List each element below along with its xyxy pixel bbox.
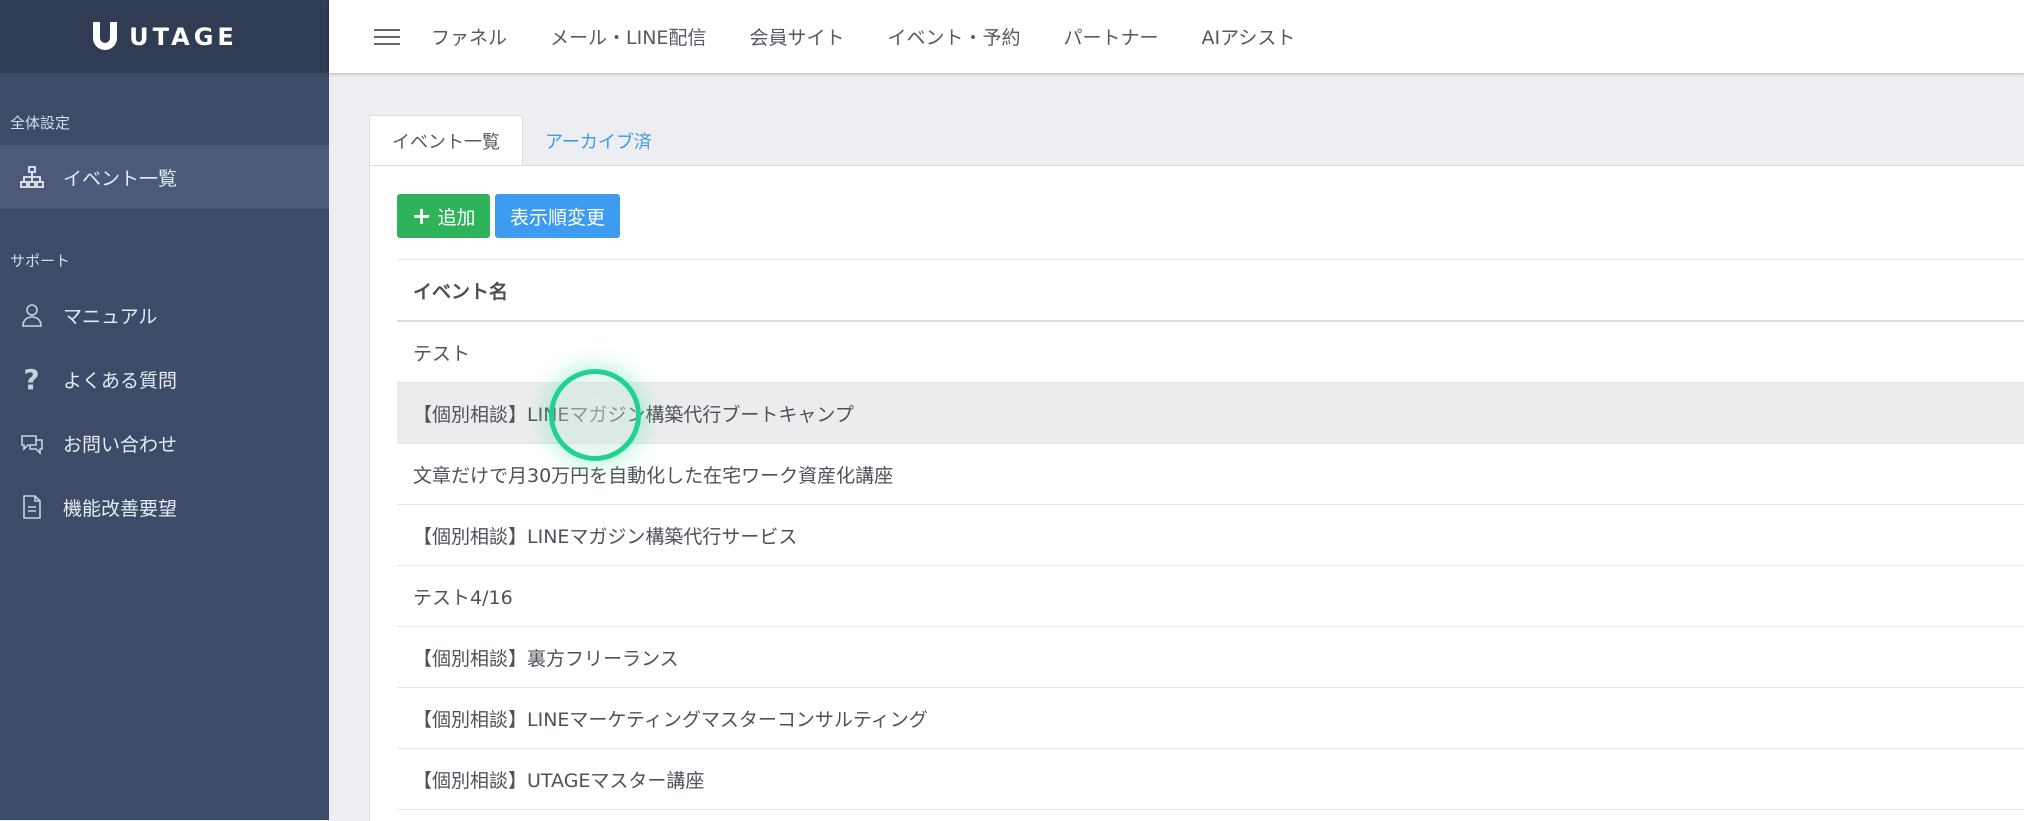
sidebar-item-label: イベント一覧: [63, 167, 178, 190]
question-icon: ?: [23, 362, 40, 396]
sidebar-item-label: 機能改善要望: [63, 497, 178, 520]
sidebar-item-label: よくある質問: [63, 369, 178, 392]
nav-event-booking[interactable]: イベント・予約: [887, 23, 1020, 50]
tab-archived[interactable]: アーカイブ済: [523, 115, 674, 166]
nav-mail-line[interactable]: メール・LINE配信: [550, 23, 706, 50]
sitemap-icon: [0, 164, 63, 190]
sidebar-item-faq[interactable]: ? よくある質問: [0, 347, 329, 411]
brand-name: UTAGE: [129, 22, 238, 51]
add-button-label: 追加: [437, 206, 476, 229]
sidebar-item-contact[interactable]: お問い合わせ: [0, 411, 329, 475]
sidebar-item-event-list[interactable]: イベント一覧: [0, 145, 329, 209]
table-row[interactable]: 文章だけで月30万円を自動化した在宅ワーク資産化講座: [397, 444, 2024, 505]
sidebar: UTAGE 全体設定 イベント一覧 サポート マニュアル ? よくある質問 お問…: [0, 0, 329, 820]
nav-ai-assist[interactable]: AIアシスト: [1201, 23, 1295, 50]
tab-event-list[interactable]: イベント一覧: [369, 115, 523, 166]
sidebar-item-feature-request[interactable]: 機能改善要望: [0, 475, 329, 539]
content-panel: + 追加 表示順変更 イベント名 テスト 【個別相談】LINEマガジン構築代行ブ…: [369, 165, 2024, 821]
reorder-button-label: 表示順変更: [509, 206, 605, 229]
user-icon: [0, 302, 63, 328]
plus-icon: +: [411, 202, 432, 230]
top-navigation: ファネル メール・LINE配信 会員サイト イベント・予約 パートナー AIアシ…: [329, 0, 2024, 73]
menu-icon[interactable]: [374, 24, 400, 50]
sidebar-section-general: 全体設定: [10, 113, 71, 132]
tab-bar: イベント一覧 アーカイブ済: [369, 115, 674, 166]
table-row[interactable]: テスト4/16: [397, 566, 2024, 627]
sidebar-item-label: マニュアル: [63, 305, 158, 328]
table-row[interactable]: 【個別相談】裏方フリーランス: [397, 627, 2024, 688]
nav-member-site[interactable]: 会員サイト: [749, 23, 844, 50]
sidebar-item-manual[interactable]: マニュアル: [0, 283, 329, 347]
sidebar-item-label: お問い合わせ: [63, 433, 178, 456]
table-row[interactable]: 【個別相談】LINEマーケティングマスターコンサルティング: [397, 688, 2024, 749]
table-row[interactable]: 【個別相談】LINEマガジン構築代行ブートキャンプ: [397, 383, 2024, 444]
sidebar-section-support: サポート: [10, 251, 71, 270]
table-row[interactable]: 【個別相談】LINEマガジン構築代行サービス: [397, 505, 2024, 566]
chat-icon: [0, 430, 63, 456]
brand-logo[interactable]: UTAGE: [0, 0, 329, 73]
document-icon: [0, 494, 63, 520]
table-row[interactable]: テスト: [397, 322, 2024, 383]
nav-partner[interactable]: パートナー: [1063, 23, 1158, 50]
reorder-button[interactable]: 表示順変更: [495, 194, 620, 238]
utage-logo-icon: [93, 21, 118, 50]
add-button[interactable]: + 追加: [397, 194, 490, 238]
table-row[interactable]: 【個別相談】UTAGEマスター講座: [397, 749, 2024, 810]
event-table: イベント名 テスト 【個別相談】LINEマガジン構築代行ブートキャンプ 文章だけ…: [397, 259, 2024, 810]
nav-funnel[interactable]: ファネル: [431, 23, 507, 50]
column-header-event-name: イベント名: [397, 259, 2024, 322]
